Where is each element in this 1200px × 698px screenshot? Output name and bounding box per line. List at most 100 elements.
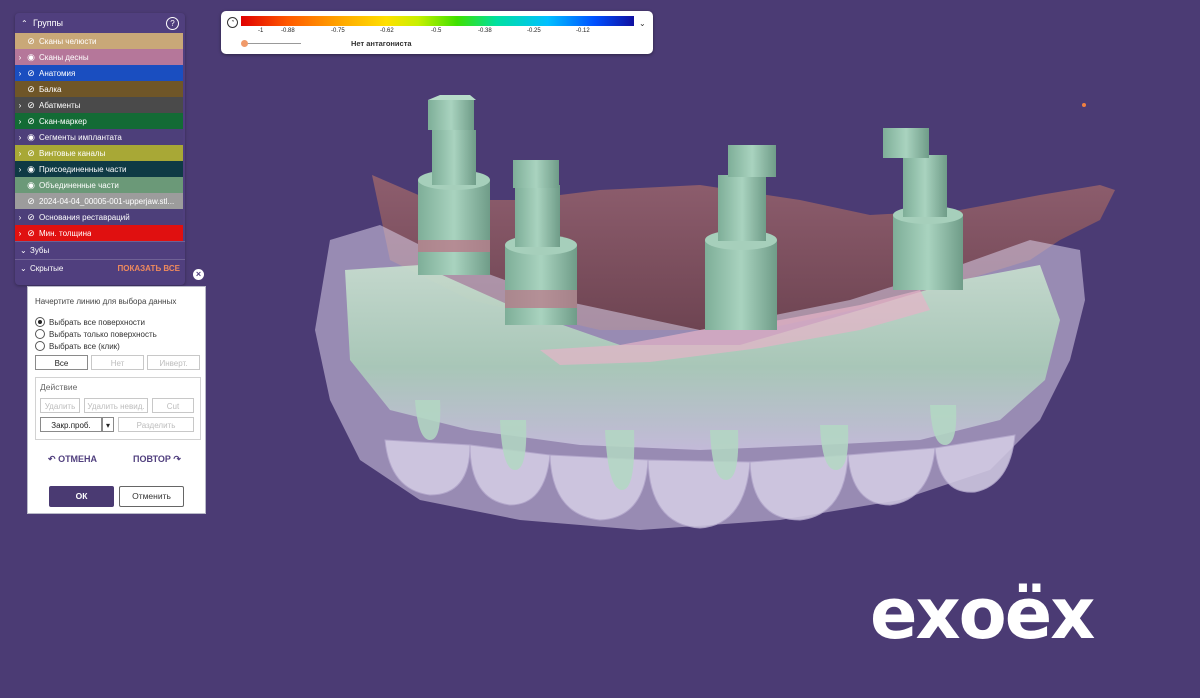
gauge-icon[interactable]: ◔ xyxy=(227,17,238,28)
eye-hidden-icon[interactable]: ⊘ xyxy=(25,68,37,79)
radio-select-surface-only[interactable]: Выбрать только поверхность xyxy=(35,329,157,339)
eye-hidden-icon[interactable]: ⊘ xyxy=(25,36,37,47)
radio-label: Выбрать только поверхность xyxy=(49,329,157,339)
group-row[interactable]: › ⊘ Мин. толщина xyxy=(15,225,183,241)
group-label: Сканы десны xyxy=(39,52,89,62)
no-antagonist-label: Нет антагониста xyxy=(351,39,412,48)
group-row[interactable]: › ⊘ Абатменты xyxy=(15,97,183,113)
eye-icon[interactable]: ◉ xyxy=(25,52,37,63)
caret-down-icon: ▾ xyxy=(105,421,110,430)
hidden-section[interactable]: ⌄ Скрытые ПОКАЗАТЬ ВСЕ xyxy=(15,259,185,277)
radio-select-all-click[interactable]: Выбрать все (клик) xyxy=(35,341,120,351)
select-all-button[interactable]: Все xyxy=(35,355,88,370)
group-label: Мин. толщина xyxy=(39,228,92,238)
select-none-button[interactable]: Нет xyxy=(91,355,144,370)
delete-unused-button[interactable]: Удалить невид. xyxy=(84,398,148,413)
exoex-logo: exoëx xyxy=(870,573,1097,652)
threshold-slider-track[interactable] xyxy=(245,43,301,44)
chevron-right-icon[interactable]: › xyxy=(15,213,25,222)
threshold-slider-thumb[interactable] xyxy=(241,40,248,47)
group-label: Анатомия xyxy=(39,68,76,78)
scale-tick: -1 xyxy=(258,28,264,34)
cut-button[interactable]: Cut xyxy=(152,398,194,413)
redo-button[interactable]: ПОВТОР ↷ xyxy=(133,454,181,465)
group-row[interactable]: › ◉ Присоединенные части xyxy=(15,161,183,177)
eye-icon[interactable]: ◉ xyxy=(25,132,37,143)
group-row[interactable]: › ◉ Сканы десны xyxy=(15,49,183,65)
chevron-down-icon: ⌄ xyxy=(20,264,27,273)
group-row[interactable]: ⊘ Сканы челюсти xyxy=(15,33,183,49)
radio-label: Выбрать все (клик) xyxy=(49,341,120,351)
radio-icon[interactable] xyxy=(35,329,45,339)
group-label: Абатменты xyxy=(39,100,81,110)
radio-icon[interactable] xyxy=(35,317,45,327)
show-all-button[interactable]: ПОКАЗАТЬ ВСЕ xyxy=(118,264,180,273)
cancel-button[interactable]: Отменить xyxy=(119,486,184,507)
group-row[interactable]: › ◉ Сегменты имплантата xyxy=(15,129,183,145)
scale-tick: -0.5 xyxy=(431,28,442,34)
split-button[interactable]: Разделить xyxy=(118,417,194,432)
chevron-right-icon[interactable]: › xyxy=(15,133,25,142)
pivot-marker xyxy=(1082,103,1086,107)
eye-icon[interactable]: ◉ xyxy=(25,164,37,175)
group-row[interactable]: ⊘ 2024-04-04_00005-001-upperjaw.stl... xyxy=(15,193,183,209)
selection-dialog: Начертите линию для выбора данных Выбрат… xyxy=(27,286,206,514)
redo-icon: ↷ xyxy=(173,454,181,464)
undo-label: ОТМЕНА xyxy=(58,454,98,464)
close-holes-dropdown[interactable]: ▾ xyxy=(102,417,114,432)
groups-title: Группы xyxy=(33,18,63,28)
eye-icon[interactable]: ◉ xyxy=(25,180,37,191)
group-label: Винтовые каналы xyxy=(39,148,106,158)
eye-hidden-icon[interactable]: ⊘ xyxy=(25,100,37,111)
chevron-right-icon[interactable]: › xyxy=(15,53,25,62)
radio-label: Выбрать все поверхности xyxy=(49,317,146,327)
groups-header[interactable]: ⌃ Группы ? xyxy=(15,13,185,33)
eye-hidden-icon[interactable]: ⊘ xyxy=(25,84,37,95)
scale-tick: -0.38 xyxy=(478,28,492,34)
chevron-down-icon[interactable]: ⌄ xyxy=(639,19,646,28)
undo-icon: ↶ xyxy=(48,454,56,464)
radio-select-all-surfaces[interactable]: Выбрать все поверхности xyxy=(35,317,145,327)
eye-hidden-icon[interactable]: ⊘ xyxy=(25,196,37,207)
close-icon[interactable]: × xyxy=(193,269,204,280)
group-row[interactable]: › ⊘ Винтовые каналы xyxy=(15,145,183,161)
teeth-section[interactable]: ⌄ Зубы xyxy=(15,241,185,259)
question-circle-icon[interactable]: ? xyxy=(166,16,179,30)
group-label: Сегменты имплантата xyxy=(39,132,122,142)
group-row[interactable]: ◉ Объединенные части xyxy=(15,177,183,193)
group-list: ⊘ Сканы челюсти › ◉ Сканы десны › ⊘ Анатомия ⊘ Ба… xyxy=(15,33,185,241)
eye-hidden-icon[interactable]: ⊘ xyxy=(25,116,37,127)
radio-icon[interactable] xyxy=(35,341,45,351)
action-group: Действие Удалить Удалить невид. Cut Закр… xyxy=(35,377,201,440)
group-row[interactable]: › ⊘ Скан-маркер xyxy=(15,113,183,129)
groups-panel: ⌃ Группы ? ⊘ Сканы челюсти › ◉ Сканы десны › ⊘… xyxy=(15,13,185,285)
color-scale-panel: ◔ -1 -0.88 -0.75 -0.62 -0.5 -0.38 -0.25 … xyxy=(221,11,653,54)
scale-tick: -0.62 xyxy=(380,28,394,34)
ok-button[interactable]: ОК xyxy=(49,486,114,507)
group-label: 2024-04-04_00005-001-upperjaw.stl... xyxy=(39,196,175,206)
chevron-up-icon[interactable]: ⌃ xyxy=(21,19,31,28)
eye-hidden-icon[interactable]: ⊘ xyxy=(25,228,37,239)
eye-hidden-icon[interactable]: ⊘ xyxy=(25,148,37,159)
hidden-label: Скрытые xyxy=(30,264,64,273)
scale-tick: -0.75 xyxy=(331,28,345,34)
chevron-right-icon[interactable]: › xyxy=(15,69,25,78)
instruction-text: Начертите линию для выбора данных xyxy=(35,297,177,306)
undo-button[interactable]: ↶ ОТМЕНА xyxy=(48,454,97,465)
chevron-right-icon[interactable]: › xyxy=(15,101,25,110)
group-label: Скан-маркер xyxy=(39,116,87,126)
chevron-right-icon[interactable]: › xyxy=(15,117,25,126)
group-row[interactable]: ⊘ Балка xyxy=(15,81,183,97)
group-row[interactable]: › ⊘ Основания реставраций xyxy=(15,209,183,225)
group-label: Сканы челюсти xyxy=(39,36,97,46)
scale-tick: -0.88 xyxy=(281,28,295,34)
chevron-right-icon[interactable]: › xyxy=(15,165,25,174)
group-row[interactable]: › ⊘ Анатомия xyxy=(15,65,183,81)
delete-button[interactable]: Удалить xyxy=(40,398,80,413)
close-holes-button[interactable]: Закр.проб. xyxy=(40,417,102,432)
eye-hidden-icon[interactable]: ⊘ xyxy=(25,212,37,223)
scale-tick: -0.25 xyxy=(527,28,541,34)
chevron-right-icon[interactable]: › xyxy=(15,229,25,238)
chevron-right-icon[interactable]: › xyxy=(15,149,25,158)
invert-button[interactable]: Инверт. xyxy=(147,355,200,370)
